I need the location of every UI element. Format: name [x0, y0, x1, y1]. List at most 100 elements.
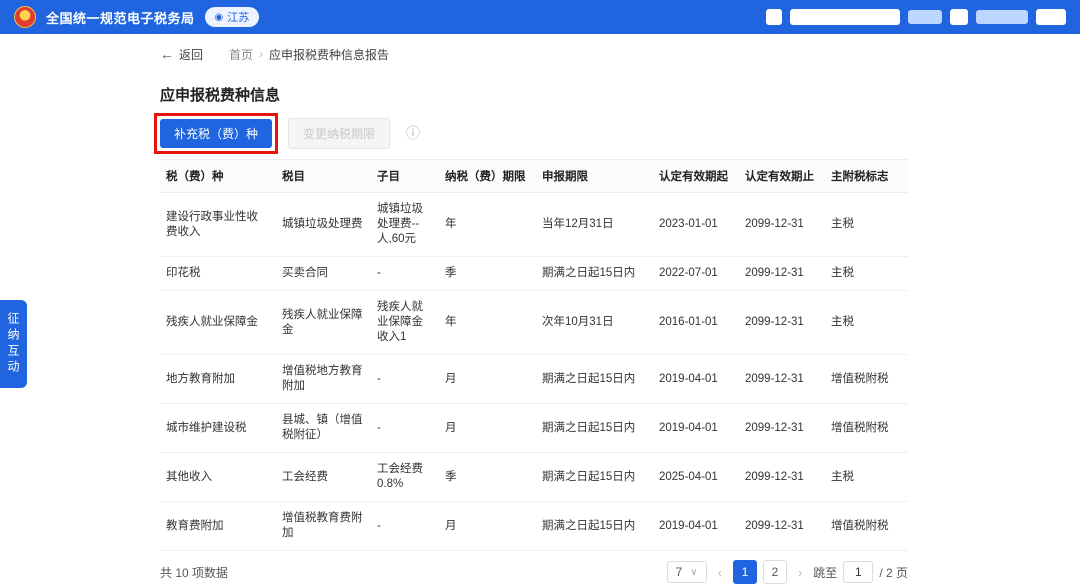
- table-cell: 主税: [825, 256, 908, 291]
- table-cell: 城镇垃圾处理费: [276, 192, 371, 257]
- column-header: 主附税标志: [825, 159, 908, 193]
- table-header-row: 税（费）种 税目 子目 纳税（费）期限 申报期限 认定有效期起 认定有效期止 主附税标志: [160, 159, 908, 193]
- total-pages-label: / 2 页: [879, 565, 908, 580]
- change-tax-deadline-button[interactable]: 变更纳税期限: [288, 117, 391, 149]
- table-cell: 期满之日起15日内: [536, 452, 653, 502]
- table-cell: 季: [439, 256, 536, 291]
- redacted-block: [908, 10, 942, 24]
- table-cell: 建设行政事业性收费收入: [160, 192, 276, 257]
- table-cell: 2022-07-01: [653, 256, 739, 291]
- table-cell: 2016-01-01: [653, 290, 739, 355]
- table-cell: 期满之日起15日内: [536, 354, 653, 404]
- table-row: 建设行政事业性收费收入 城镇垃圾处理费 城镇垃圾处理费--人,60元年当年12月31…: [160, 192, 908, 257]
- table-cell: 月: [439, 354, 536, 404]
- table-row: 教育费附加 增值税教育费附加 - 月期满之日起15日内 2019-04-01 2099-1…: [160, 501, 908, 551]
- breadcrumb-separator-icon: ›: [259, 47, 264, 61]
- table-cell: 2019-04-01: [653, 501, 739, 551]
- column-header: 税目: [276, 159, 371, 193]
- next-page-button[interactable]: ›: [795, 565, 805, 580]
- back-arrow-icon: ←: [160, 46, 174, 62]
- location-pin-icon: ◉: [214, 11, 224, 23]
- table-cell: 次年10月31日: [536, 290, 653, 355]
- table-cell: 当年12月31日: [536, 192, 653, 257]
- table-row: 其他收入 工会经费 工会经费0.8% 季期满之日起15日内 2025-04-01 2099…: [160, 452, 908, 502]
- table-cell: 2099-12-31: [739, 452, 825, 502]
- jump-page-input[interactable]: [843, 561, 874, 583]
- app-title: 全国统一规范电子税务局: [46, 10, 195, 26]
- toolbar: 补充税（费）种 变更纳税期限 ⓘ: [154, 112, 908, 154]
- column-header: 认定有效期止: [739, 159, 825, 193]
- table-cell: -: [371, 403, 439, 453]
- page-size-value: 7: [675, 565, 683, 579]
- table-cell: 增值税地方教育附加: [276, 354, 371, 404]
- column-header: 认定有效期起: [653, 159, 739, 193]
- chevron-down-icon: ∨: [690, 566, 698, 578]
- page-size-select[interactable]: 7 ∨: [666, 561, 707, 583]
- table-cell: 2099-12-31: [739, 256, 825, 291]
- jump-label: 跳至: [813, 565, 838, 580]
- table-cell: 月: [439, 501, 536, 551]
- table-cell: 2023-01-01: [653, 192, 739, 257]
- table-cell: -: [371, 354, 439, 404]
- table-cell: 县城、镇（增值税附征）: [276, 403, 371, 453]
- info-icon[interactable]: ⓘ: [406, 123, 420, 143]
- redacted-block: [766, 9, 782, 25]
- interaction-side-tab[interactable]: 征纳互动: [0, 300, 27, 388]
- table-cell: 残疾人就业保障金收入1: [371, 290, 439, 355]
- page-title: 应申报税费种信息: [160, 87, 281, 104]
- prev-page-button[interactable]: ‹: [715, 565, 725, 580]
- table-cell: 增值税附税: [825, 501, 908, 551]
- table-cell: 2099-12-31: [739, 192, 825, 257]
- page-button-1[interactable]: 1: [732, 560, 757, 584]
- table-cell: 季: [439, 452, 536, 502]
- table-row: 地方教育附加 增值税地方教育附加 - 月期满之日起15日内 2019-04-01 2099…: [160, 354, 908, 404]
- region-badge-label: 江苏: [227, 12, 250, 24]
- page-buttons: 12: [732, 560, 787, 584]
- table-cell: 年: [439, 290, 536, 355]
- table-cell: 2099-12-31: [739, 501, 825, 551]
- table-cell: 年: [439, 192, 536, 257]
- table-cell: 买卖合同: [276, 256, 371, 291]
- table-footer: 共 10 项数据 7 ∨ ‹ 12 › 跳至 / 2 页: [160, 560, 908, 584]
- redacted-block: [976, 10, 1028, 24]
- column-header: 子目: [371, 159, 439, 193]
- table-cell: 残疾人就业保障金: [160, 290, 276, 355]
- table-cell: 增值税附税: [825, 354, 908, 404]
- table-row: 残疾人就业保障金 残疾人就业保障金 残疾人就业保障金收入1 年次年10月31日 2016…: [160, 290, 908, 355]
- table-cell: 2019-04-01: [653, 354, 739, 404]
- page-button-2[interactable]: 2: [762, 560, 787, 584]
- total-count-label: 共 10 项数据: [160, 565, 229, 580]
- table-cell: 2019-04-01: [653, 403, 739, 453]
- redacted-block: [1036, 9, 1066, 25]
- table-cell: 期满之日起15日内: [536, 403, 653, 453]
- supplement-tax-type-button[interactable]: 补充税（费）种: [160, 118, 273, 148]
- breadcrumb: ← 返回 首页 › 应申报税费种信息报告: [160, 46, 1080, 62]
- back-button-label: 返回: [179, 47, 204, 62]
- table-cell: 2025-04-01: [653, 452, 739, 502]
- table-cell: 月: [439, 403, 536, 453]
- table-cell: 2099-12-31: [739, 354, 825, 404]
- table-cell: 城市维护建设税: [160, 403, 276, 453]
- table-cell: 地方教育附加: [160, 354, 276, 404]
- table-cell: 其他收入: [160, 452, 276, 502]
- table-cell: 工会经费: [276, 452, 371, 502]
- table-cell: -: [371, 501, 439, 551]
- tax-types-table: 税（费）种 税目 子目 纳税（费）期限 申报期限 认定有效期起 认定有效期止 主附税标志 建设…: [160, 159, 908, 551]
- table-row: 城市维护建设税 县城、镇（增值税附征） - 月期满之日起15日内 2019-04-01 2…: [160, 403, 908, 453]
- table-cell: -: [371, 256, 439, 291]
- redacted-user-info: [766, 9, 1066, 25]
- table-cell: 主税: [825, 452, 908, 502]
- region-badge[interactable]: ◉ 江苏: [204, 7, 260, 27]
- redacted-block: [950, 9, 968, 25]
- table-row: 印花税 买卖合同 - 季期满之日起15日内 2022-07-01 2099-12-31 主税: [160, 256, 908, 291]
- table-cell: 主税: [825, 192, 908, 257]
- table-cell: 印花税: [160, 256, 276, 291]
- table-cell: 工会经费0.8%: [371, 452, 439, 502]
- back-button[interactable]: ← 返回: [160, 46, 203, 63]
- table-cell: 增值税教育费附加: [276, 501, 371, 551]
- table-cell: 残疾人就业保障金: [276, 290, 371, 355]
- column-header: 申报期限: [536, 159, 653, 193]
- table-body: 建设行政事业性收费收入 城镇垃圾处理费 城镇垃圾处理费--人,60元年当年12月31…: [160, 192, 908, 551]
- breadcrumb-home[interactable]: 首页: [229, 46, 253, 63]
- tax-bureau-logo-icon: [14, 6, 36, 28]
